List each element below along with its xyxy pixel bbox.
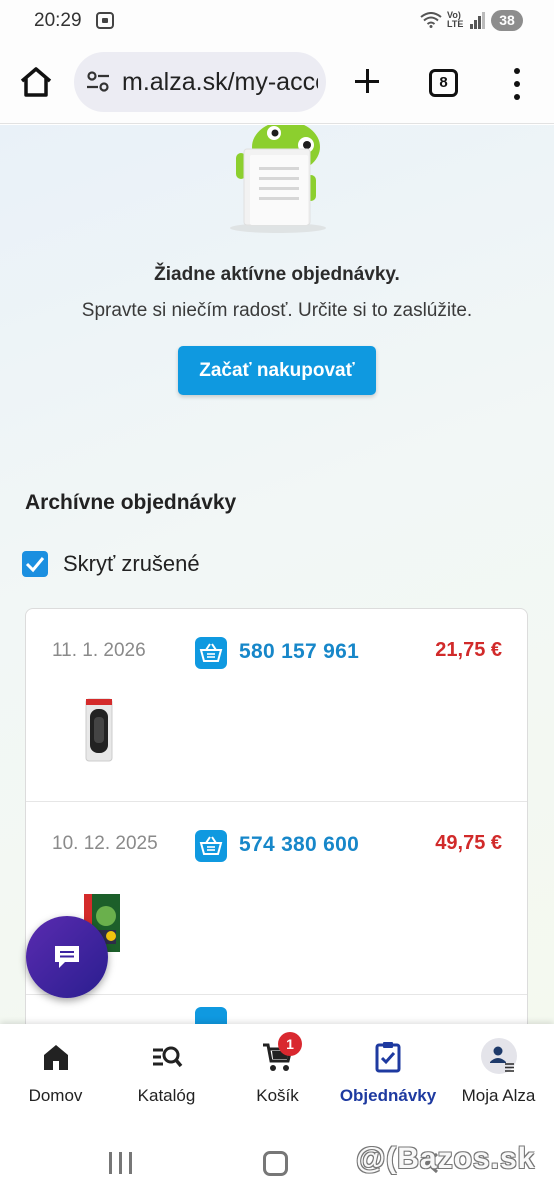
battery-indicator: 38 <box>491 10 523 31</box>
system-home-button[interactable] <box>263 1151 288 1176</box>
order-date: 11. 1. 2026 <box>52 640 146 661</box>
nav-my-alza[interactable]: Moja Alza <box>443 1024 554 1124</box>
mascot-illustration <box>230 125 326 233</box>
order-price: 21,75 € <box>435 639 502 661</box>
user-avatar-icon <box>480 1038 517 1074</box>
order-number-link[interactable]: 574 380 600 <box>239 833 359 857</box>
basket-icon <box>195 637 227 669</box>
nav-label: Moja Alza <box>461 1086 536 1105</box>
signal-icon <box>470 12 486 29</box>
hide-cancelled-checkbox[interactable] <box>22 551 48 577</box>
screen-capture-icon <box>96 12 114 29</box>
tab-switcher-button[interactable]: 8 <box>429 69 458 97</box>
order-row[interactable]: 11. 1. 2026 580 157 961 21,75 € <box>26 609 527 802</box>
order-date: 10. 12. 2025 <box>52 833 158 854</box>
nav-label: Domov <box>28 1086 83 1105</box>
nav-label: Katalóg <box>137 1086 196 1105</box>
watermark: @(Bazos.sk <box>356 1142 536 1175</box>
basket-icon <box>195 830 227 862</box>
wifi-icon <box>420 12 442 31</box>
browser-home-button[interactable] <box>16 62 56 102</box>
browser-toolbar: m.alza.sk/my-account 8 <box>0 42 554 124</box>
browser-menu-button[interactable] <box>505 68 529 100</box>
home-icon <box>20 67 52 97</box>
status-bar: 20:29 Vo) LTE 38 <box>0 0 554 42</box>
nav-cart[interactable]: 1 Košík <box>222 1024 333 1124</box>
url-text[interactable]: m.alza.sk/my-account <box>122 68 318 97</box>
new-tab-button[interactable] <box>348 62 386 100</box>
archive-orders-heading: Archívne objednávky <box>25 491 237 514</box>
nav-label: Objednávky <box>339 1086 437 1105</box>
basket-icon <box>195 1007 227 1024</box>
chat-icon <box>55 946 79 968</box>
status-time: 20:29 <box>34 10 82 31</box>
order-price: 49,75 € <box>435 832 502 854</box>
volte-indicator: Vo) LTE <box>447 10 464 29</box>
start-shopping-button[interactable]: Začať nakupovať <box>178 346 376 395</box>
address-bar[interactable]: m.alza.sk/my-account <box>74 52 326 112</box>
nav-orders[interactable]: Objednávky <box>333 1024 443 1124</box>
system-navigation-bar: @(Bazos.sk <box>0 1124 554 1200</box>
empty-state-subtitle: Spravte si niečím radosť. Určite si to z… <box>81 300 473 321</box>
cart-count-badge: 1 <box>278 1032 302 1056</box>
order-number-link[interactable]: 580 157 961 <box>239 640 359 664</box>
bottom-navigation: Domov Katalóg 1 Košík Objednávky Moja Al… <box>0 1024 554 1124</box>
catalog-search-icon <box>152 1046 182 1068</box>
recent-apps-button[interactable] <box>109 1152 135 1174</box>
page-content: Žiadne aktívne objednávky. Spravte si ni… <box>0 125 554 1024</box>
hide-cancelled-label[interactable]: Skryť zrušené <box>63 551 200 577</box>
order-row-partial[interactable] <box>26 995 527 1024</box>
home-icon <box>43 1045 68 1070</box>
orders-clipboard-icon <box>375 1042 401 1073</box>
nav-catalog[interactable]: Katalóg <box>111 1024 222 1124</box>
site-settings-icon[interactable] <box>86 71 110 93</box>
empty-state-title: Žiadne aktívne objednávky. <box>154 264 400 285</box>
nav-home[interactable]: Domov <box>0 1024 111 1124</box>
nav-label: Košík <box>256 1086 299 1105</box>
chat-button[interactable] <box>26 916 108 998</box>
product-thumbnail[interactable] <box>78 697 120 763</box>
checkmark-icon <box>25 557 45 573</box>
